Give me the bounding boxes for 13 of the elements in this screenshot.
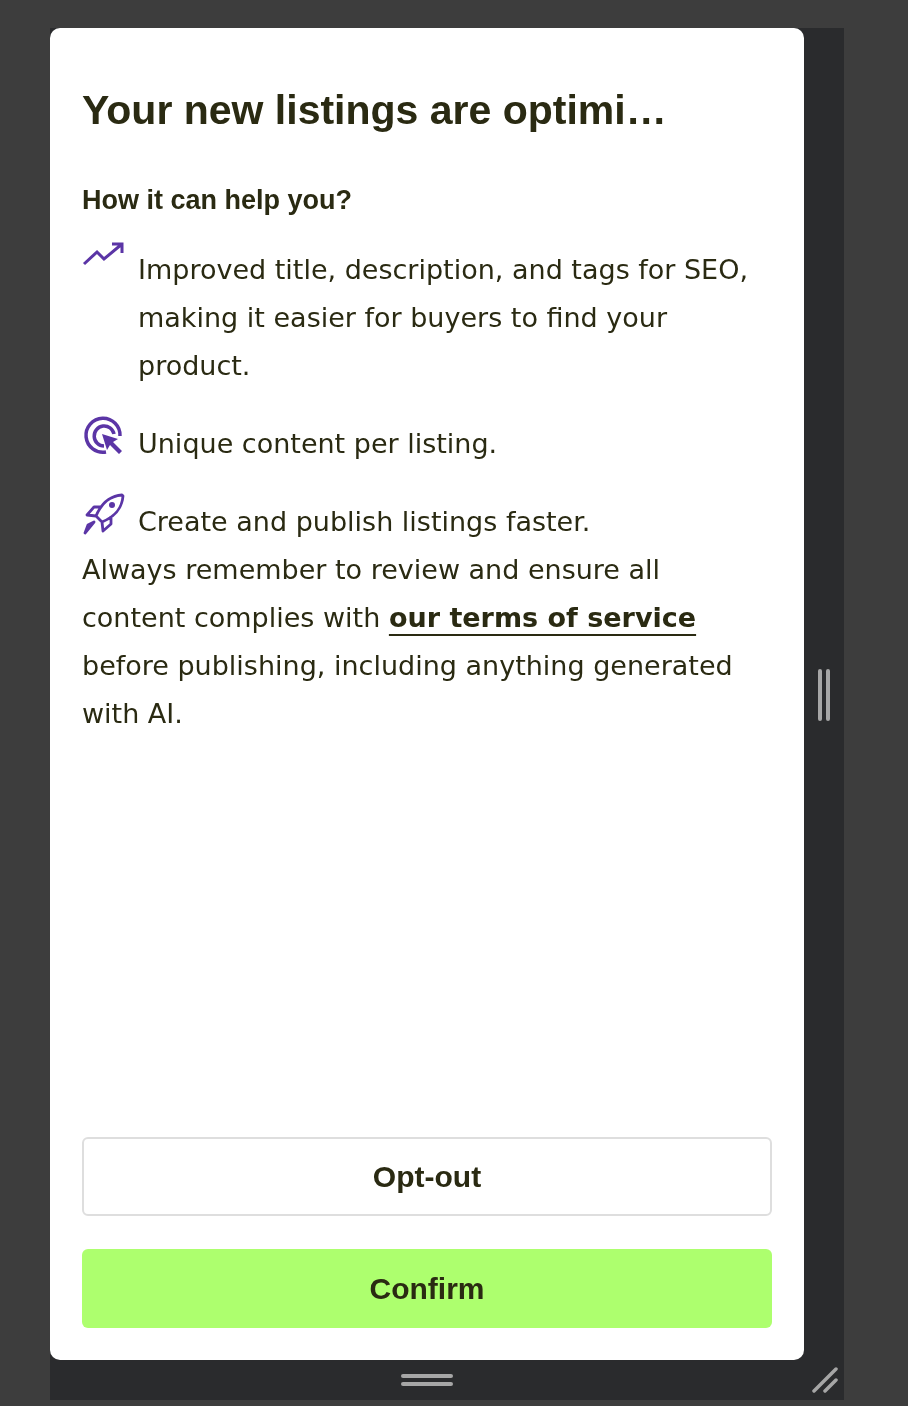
benefit-text: Unique content per listing. bbox=[138, 427, 498, 462]
resize-corner-icon[interactable] bbox=[812, 1367, 838, 1393]
dialog-title: Your new listings are optimi… bbox=[82, 86, 667, 135]
section-heading: How it can help you? bbox=[82, 185, 352, 217]
resize-handle-icon[interactable] bbox=[400, 1373, 454, 1387]
benefit-text: Improved title, description, and tags for SEO, making it easier for buyers to find your product. bbox=[138, 253, 750, 384]
benefit-text: Create and publish listings faster. bbox=[138, 505, 591, 540]
opt-out-button[interactable]: Opt-out bbox=[82, 1137, 772, 1216]
confirm-button[interactable]: Confirm bbox=[82, 1249, 772, 1328]
rocket-icon bbox=[82, 492, 126, 537]
notice-text: Always remember to review and ensure all content complies with our terms of service before publishing, including anything generated with AI. bbox=[82, 553, 734, 732]
resize-handle-icon[interactable] bbox=[817, 668, 831, 722]
terms-link[interactable]: our terms of service bbox=[388, 602, 697, 634]
